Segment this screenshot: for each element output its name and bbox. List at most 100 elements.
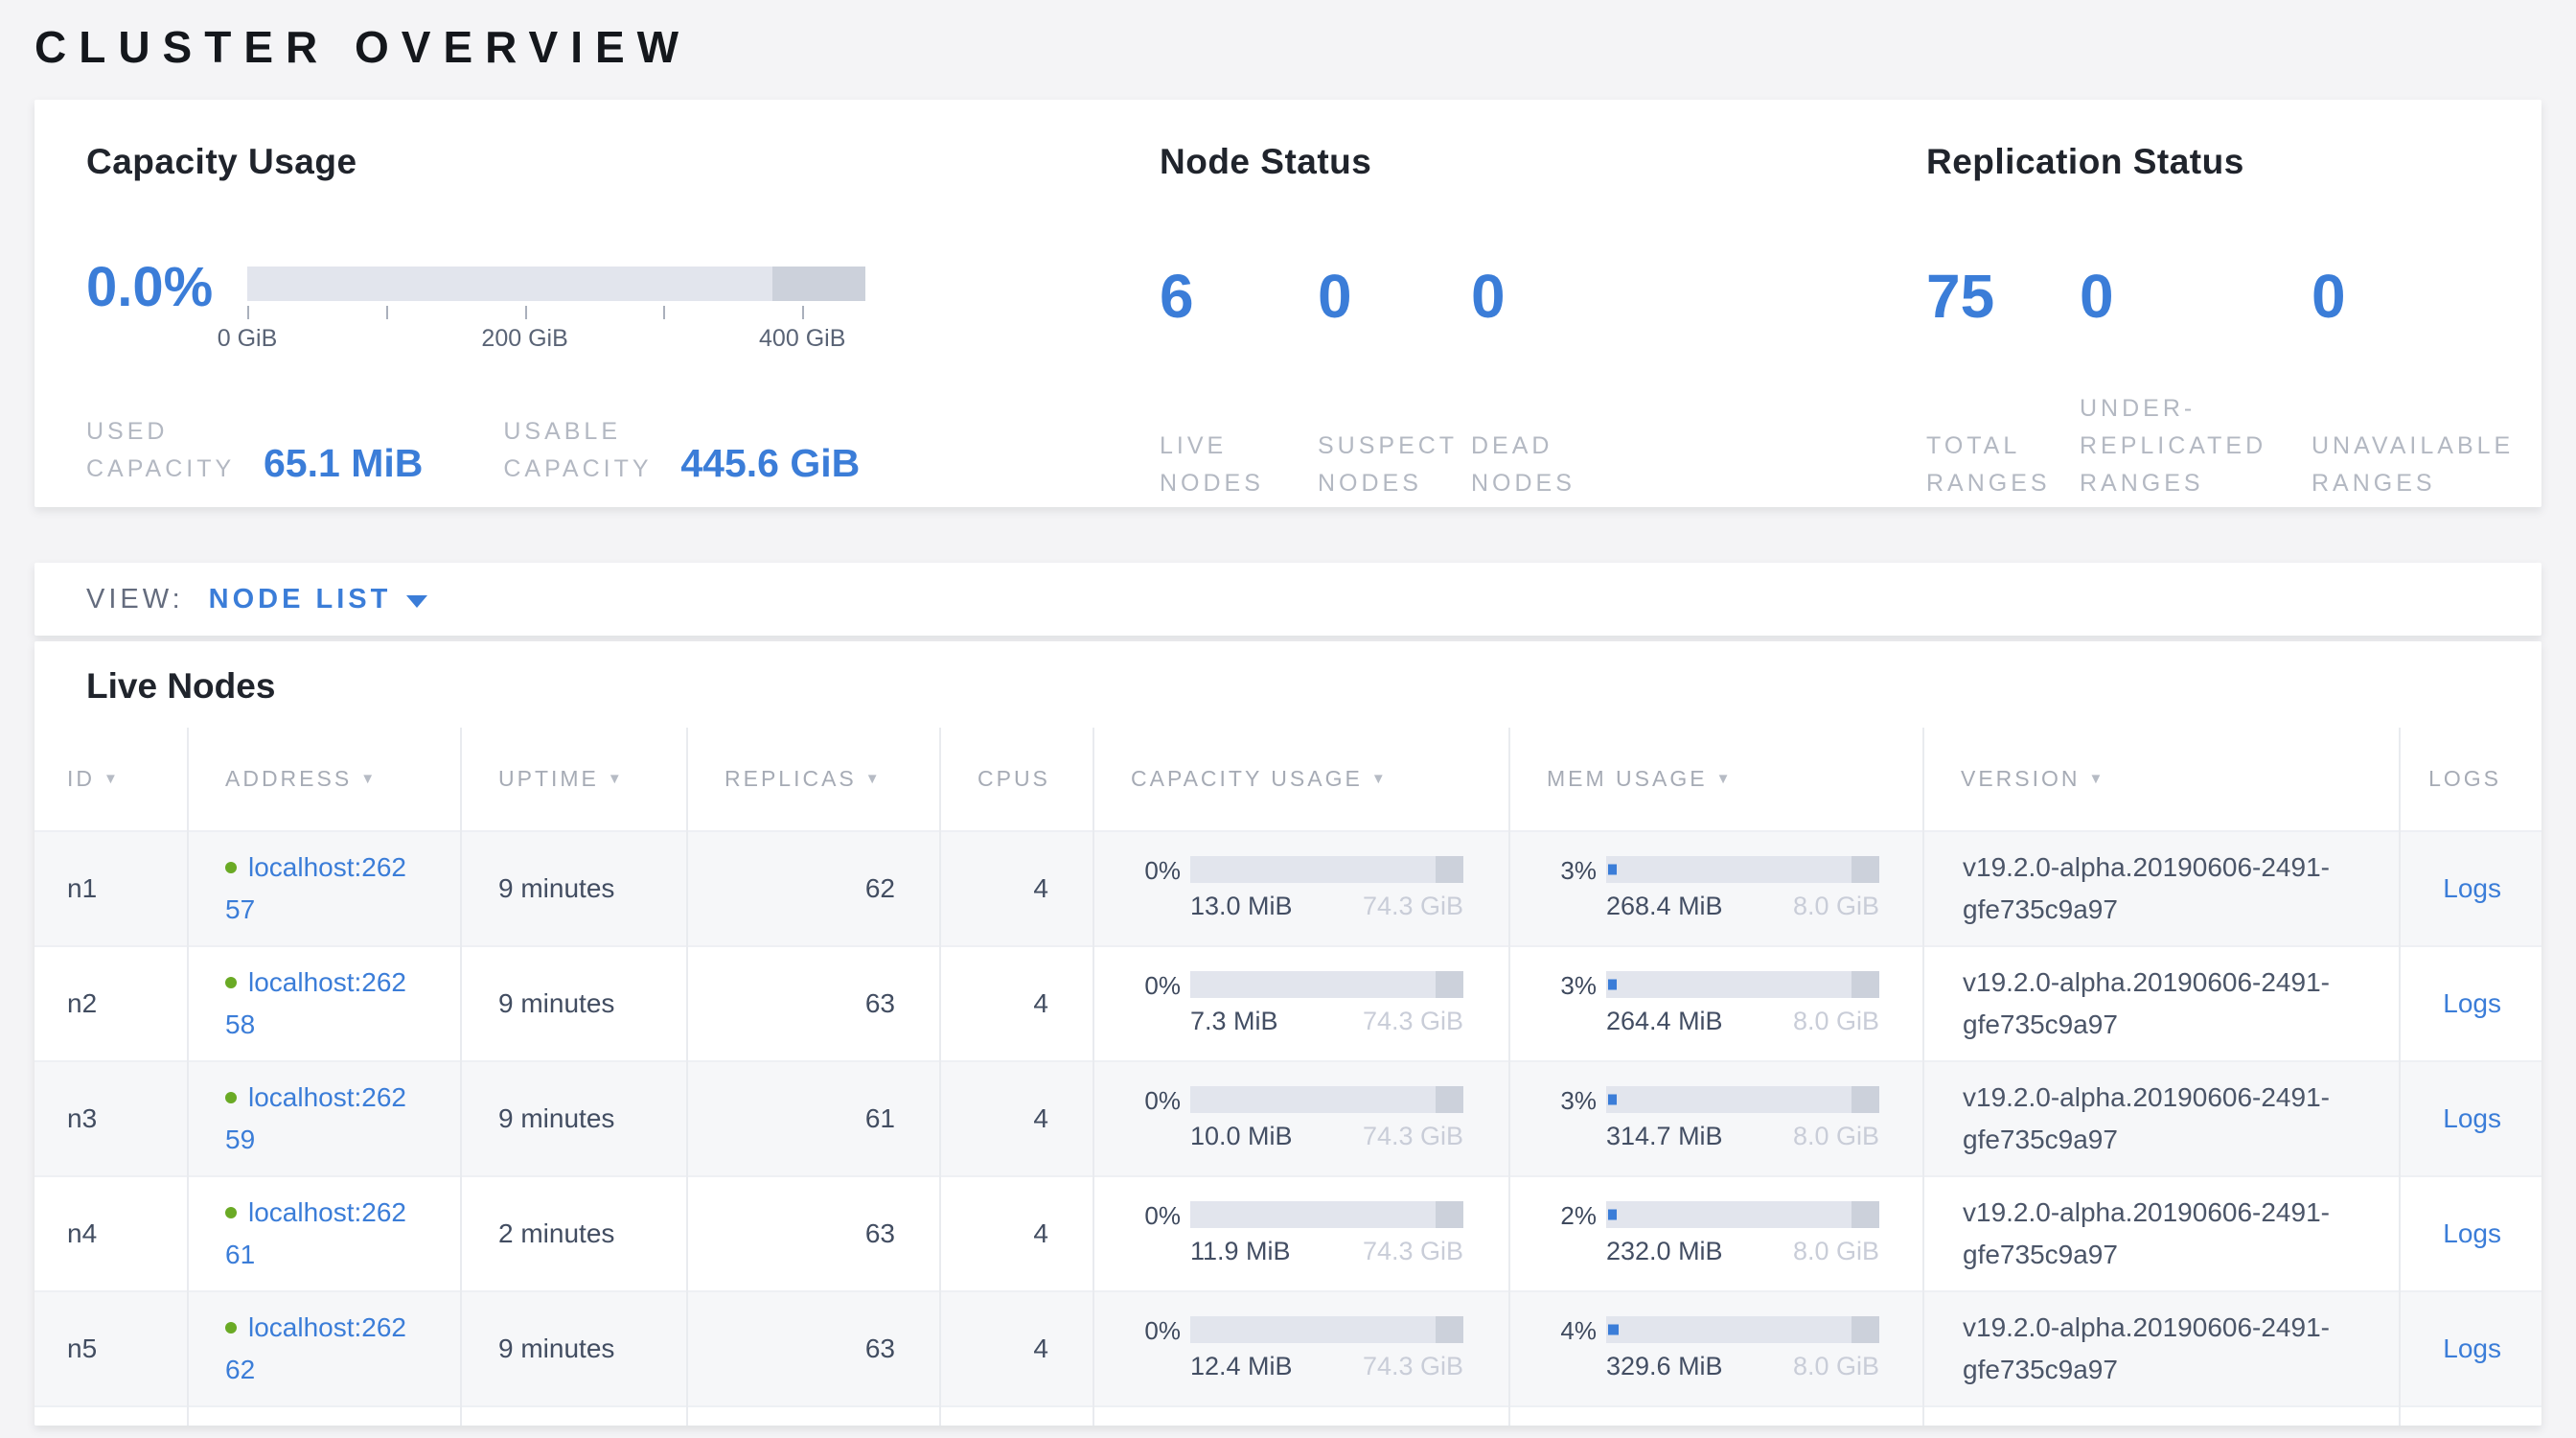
page-title: CLUSTER OVERVIEW: [34, 0, 2542, 73]
table-row: n2localhost:262589 minutes6340%7.3 MiB74…: [34, 946, 2542, 1061]
node-logs-link[interactable]: Logs: [2443, 1103, 2501, 1133]
node-address-link[interactable]: localhost:26257: [225, 847, 419, 931]
node-capacity-cell: 0%7.3 MiB74.3 GiB: [1093, 946, 1509, 1061]
capacity-bar-end-segment: [1436, 856, 1463, 883]
memory-bar-track: [1606, 1316, 1879, 1343]
memory-total-value: 8.0 GiB: [1793, 1122, 1879, 1151]
capacity-used-value: 13.0 MiB: [1190, 892, 1293, 921]
node-status-stat: 0DEAD NODES: [1471, 261, 1605, 502]
capacity-percent: 0%: [1119, 1201, 1181, 1230]
node-version-text: v19.2.0-alpha.20190606-2491-gfe735c9a97: [1963, 847, 2377, 931]
node-replicas-cell: 63: [687, 946, 940, 1061]
node-logs-link[interactable]: Logs: [2443, 1218, 2501, 1248]
capacity-bar-track: [1190, 1316, 1463, 1343]
memory-percent: 3%: [1535, 856, 1597, 885]
memory-meter: 3%268.4 MiB8.0 GiB: [1510, 856, 1922, 921]
view-selected-value[interactable]: NODE LIST: [209, 584, 392, 615]
summary-panel: Capacity Usage 0.0% 0 GiB200 GiB400 GiB …: [34, 100, 2542, 507]
memory-bar-end-segment: [1852, 1201, 1879, 1228]
live-status-dot-icon: [225, 862, 237, 873]
node-replicas-cell: 63: [687, 1291, 940, 1406]
node-status-value: 0: [1318, 261, 1471, 332]
capacity-bar-track: [1190, 1086, 1463, 1113]
node-address-link[interactable]: localhost:26259: [225, 1077, 419, 1161]
sort-arrow-icon: ▼: [608, 771, 625, 787]
node-version-cell: v19.2.0-alpha.20190606-2491-gfe735c9a97: [1923, 831, 2400, 946]
column-header-address[interactable]: ADDRESS▼: [188, 728, 461, 831]
memory-percent: 3%: [1535, 971, 1597, 1000]
table-row: n3localhost:262599 minutes6140%10.0 MiB7…: [34, 1061, 2542, 1176]
live-status-dot-icon: [225, 1207, 237, 1218]
node-address-link[interactable]: localhost:26258: [225, 962, 419, 1046]
node-logs-cell: Logs: [2400, 1291, 2542, 1406]
replication-status-stats: 75TOTAL RANGES0UNDER-REPLICATED RANGES0U…: [1926, 261, 2527, 502]
memory-used-value: 268.4 MiB: [1606, 892, 1723, 921]
capacity-axis-tick: [525, 306, 527, 319]
node-uptime-cell: 9 minutes: [461, 946, 687, 1061]
node-version-text: v19.2.0-alpha.20190606-2491-gfe735c9a97: [1963, 1192, 2377, 1276]
capacity-used-value: 10.0 MiB: [1190, 1122, 1293, 1151]
replication-status-label: UNDER-REPLICATED RANGES: [2080, 390, 2276, 502]
node-address-cell: localhost:26261: [188, 1176, 461, 1291]
node-uptime-cell: 9 minutes: [461, 1061, 687, 1176]
view-bar: VIEW: NODE LIST: [34, 563, 2542, 636]
capacity-stats: USED CAPACITY 65.1 MiB USABLE CAPACITY 4…: [86, 413, 1160, 488]
memory-used-value: 329.6 MiB: [1606, 1352, 1723, 1381]
live-status-dot-icon: [225, 977, 237, 988]
node-capacity-cell: 0%13.0 MiB74.3 GiB: [1093, 831, 1509, 946]
node-logs-link[interactable]: Logs: [2443, 873, 2501, 903]
column-header-id[interactable]: ID▼: [34, 728, 188, 831]
capacity-used-value: 7.3 MiB: [1190, 1007, 1278, 1036]
capacity-bar-track: [247, 267, 865, 301]
live-nodes-heading: Live Nodes: [34, 666, 2542, 707]
node-cpus-cell: 4: [940, 946, 1093, 1061]
live-nodes-table: ID▼ADDRESS▼UPTIME▼REPLICAS▼CPUSCAPACITY …: [34, 728, 2542, 1426]
sort-arrow-icon: ▼: [1371, 771, 1389, 787]
capacity-usage-heading: Capacity Usage: [86, 142, 1160, 182]
node-status-label: DEAD NODES: [1471, 428, 1605, 502]
view-selector-dropdown[interactable]: NODE LIST: [209, 584, 428, 615]
column-header-version[interactable]: VERSION▼: [1923, 728, 2400, 831]
node-capacity-cell: 0%12.4 MiB74.3 GiB: [1093, 1291, 1509, 1406]
capacity-used-value: 11.9 MiB: [1190, 1237, 1291, 1266]
column-header-uptime[interactable]: UPTIME▼: [461, 728, 687, 831]
cluster-overview-page: CLUSTER OVERVIEW Capacity Usage 0.0% 0 G…: [0, 0, 2576, 1426]
node-address-link[interactable]: localhost:26261: [225, 1192, 419, 1276]
node-status-label: LIVE NODES: [1160, 428, 1294, 502]
live-status-dot-icon: [225, 1322, 237, 1334]
sort-arrow-icon: ▼: [2089, 771, 2106, 787]
replication-status-section: Replication Status 75TOTAL RANGES0UNDER-…: [1926, 142, 2527, 469]
node-id-cell: n3: [34, 1061, 188, 1176]
node-address-link[interactable]: localhost:26262: [225, 1307, 419, 1391]
capacity-axis-tick-label: 400 GiB: [759, 325, 845, 353]
node-logs-link[interactable]: Logs: [2443, 988, 2501, 1018]
memory-meter: 4%329.6 MiB8.0 GiB: [1510, 1316, 1922, 1381]
node-cpus-cell: 4: [940, 831, 1093, 946]
sort-arrow-icon: ▼: [1716, 771, 1734, 787]
memory-used-value: 264.4 MiB: [1606, 1007, 1723, 1036]
column-header-capacity-usage[interactable]: CAPACITY USAGE▼: [1093, 728, 1509, 831]
usable-capacity-value: 445.6 GiB: [680, 441, 860, 488]
node-status-heading: Node Status: [1160, 142, 1926, 182]
column-header-replicas[interactable]: REPLICAS▼: [687, 728, 940, 831]
memory-meter: 2%232.0 MiB8.0 GiB: [1510, 1201, 1922, 1266]
node-logs-cell: Logs: [2400, 1176, 2542, 1291]
node-version-text: v19.2.0-alpha.20190606-2491-gfe735c9a97: [1963, 962, 2377, 1046]
capacity-meter: 0%13.0 MiB74.3 GiB: [1094, 856, 1508, 921]
memory-bar-fill: [1608, 865, 1617, 875]
capacity-meter: 0%11.9 MiB74.3 GiB: [1094, 1201, 1508, 1266]
capacity-axis-tick: [802, 306, 804, 319]
node-capacity-cell: 0%10.0 MiB74.3 GiB: [1093, 1061, 1509, 1176]
table-row: n5localhost:262629 minutes6340%12.4 MiB7…: [34, 1291, 2542, 1406]
memory-percent: 4%: [1535, 1316, 1597, 1345]
memory-bar-fill: [1608, 980, 1617, 990]
capacity-axis-tick-label: 0 GiB: [218, 325, 278, 353]
node-status-stat: 0SUSPECT NODES: [1318, 261, 1471, 502]
node-status-value: 6: [1160, 261, 1318, 332]
node-version-cell: v19.2.0-alpha.20190606-2491-gfe735c9a97: [1923, 1061, 2400, 1176]
node-version-text: v19.2.0-alpha.20190606-2491-gfe735c9a97: [1963, 1307, 2377, 1391]
node-logs-link[interactable]: Logs: [2443, 1334, 2501, 1363]
node-mem-cell: 3%268.4 MiB8.0 GiB: [1509, 831, 1923, 946]
node-address-cell: localhost:26258: [188, 946, 461, 1061]
column-header-mem-usage[interactable]: MEM USAGE▼: [1509, 728, 1923, 831]
